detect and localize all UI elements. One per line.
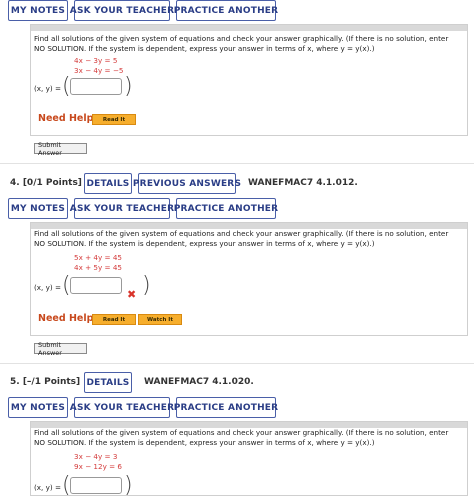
right-paren: ) (142, 273, 151, 298)
question-5-prompt: Find all solutions of the given system o… (34, 428, 449, 447)
question-3-equation-2: 3x − 4y = −5 (74, 66, 124, 75)
question-5-number: 5. [–/1 Points] (10, 377, 81, 387)
question-divider (0, 363, 474, 364)
my-notes-button[interactable]: MY NOTES (8, 397, 68, 418)
question-3-answer-input[interactable] (70, 78, 122, 95)
previous-answers-button[interactable]: PREVIOUS ANSWERS (133, 173, 241, 194)
details-button[interactable]: DETAILS (84, 173, 132, 194)
question-3-equation-1: 4x − 3y = 5 (74, 56, 118, 65)
ask-your-teacher-button[interactable]: ASK YOUR TEACHER (70, 0, 174, 21)
incorrect-x-icon: ✖ (127, 288, 137, 301)
ask-your-teacher-button[interactable]: ASK YOUR TEACHER (70, 198, 174, 219)
question-5-equation-2: 9x − 12y = 6 (74, 462, 122, 471)
question-4-prompt: Find all solutions of the given system o… (34, 229, 449, 248)
need-help-label: Need Help? (38, 113, 99, 124)
practice-another-button[interactable]: PRACTICE ANOTHER (174, 397, 278, 418)
submit-answer-button[interactable]: Submit Answer (34, 141, 87, 157)
practice-another-button[interactable]: PRACTICE ANOTHER (174, 198, 278, 219)
submit-answer-button[interactable]: Submit Answer (34, 341, 87, 357)
my-notes-button[interactable]: MY NOTES (8, 198, 68, 219)
question-4-number: 4. [0/1 Points] (10, 178, 82, 188)
question-4-code: WANEFMAC7 4.1.012. (248, 178, 358, 188)
question-5-equation-1: 3x − 4y = 3 (74, 452, 118, 461)
question-5-answer-input[interactable] (70, 477, 122, 494)
my-notes-button[interactable]: MY NOTES (8, 0, 68, 21)
right-paren: ) (124, 74, 133, 99)
question-3-prompt: Find all solutions of the given system o… (34, 34, 449, 53)
panel-top-bar (31, 25, 467, 31)
question-4-answer-input[interactable] (70, 277, 122, 294)
question-4-xy-label: (x, y) = (34, 283, 61, 292)
right-paren: ) (124, 473, 133, 498)
details-button[interactable]: DETAILS (84, 372, 132, 393)
question-4-equation-1: 5x + 4y = 45 (74, 253, 122, 262)
need-help-label: Need Help? (38, 313, 99, 324)
question-divider (0, 163, 474, 164)
ask-your-teacher-button[interactable]: ASK YOUR TEACHER (70, 397, 174, 418)
question-4-equation-2: 4x + 5y = 45 (74, 263, 122, 272)
question-5-xy-label: (x, y) = (34, 483, 61, 492)
practice-another-button[interactable]: PRACTICE ANOTHER (174, 0, 278, 21)
read-it-button[interactable]: Read It (92, 314, 136, 325)
read-it-button[interactable]: Read It (92, 114, 136, 125)
watch-it-button[interactable]: Watch It (138, 314, 182, 325)
question-5-code: WANEFMAC7 4.1.020. (144, 377, 254, 387)
question-3-xy-label: (x, y) = (34, 84, 61, 93)
